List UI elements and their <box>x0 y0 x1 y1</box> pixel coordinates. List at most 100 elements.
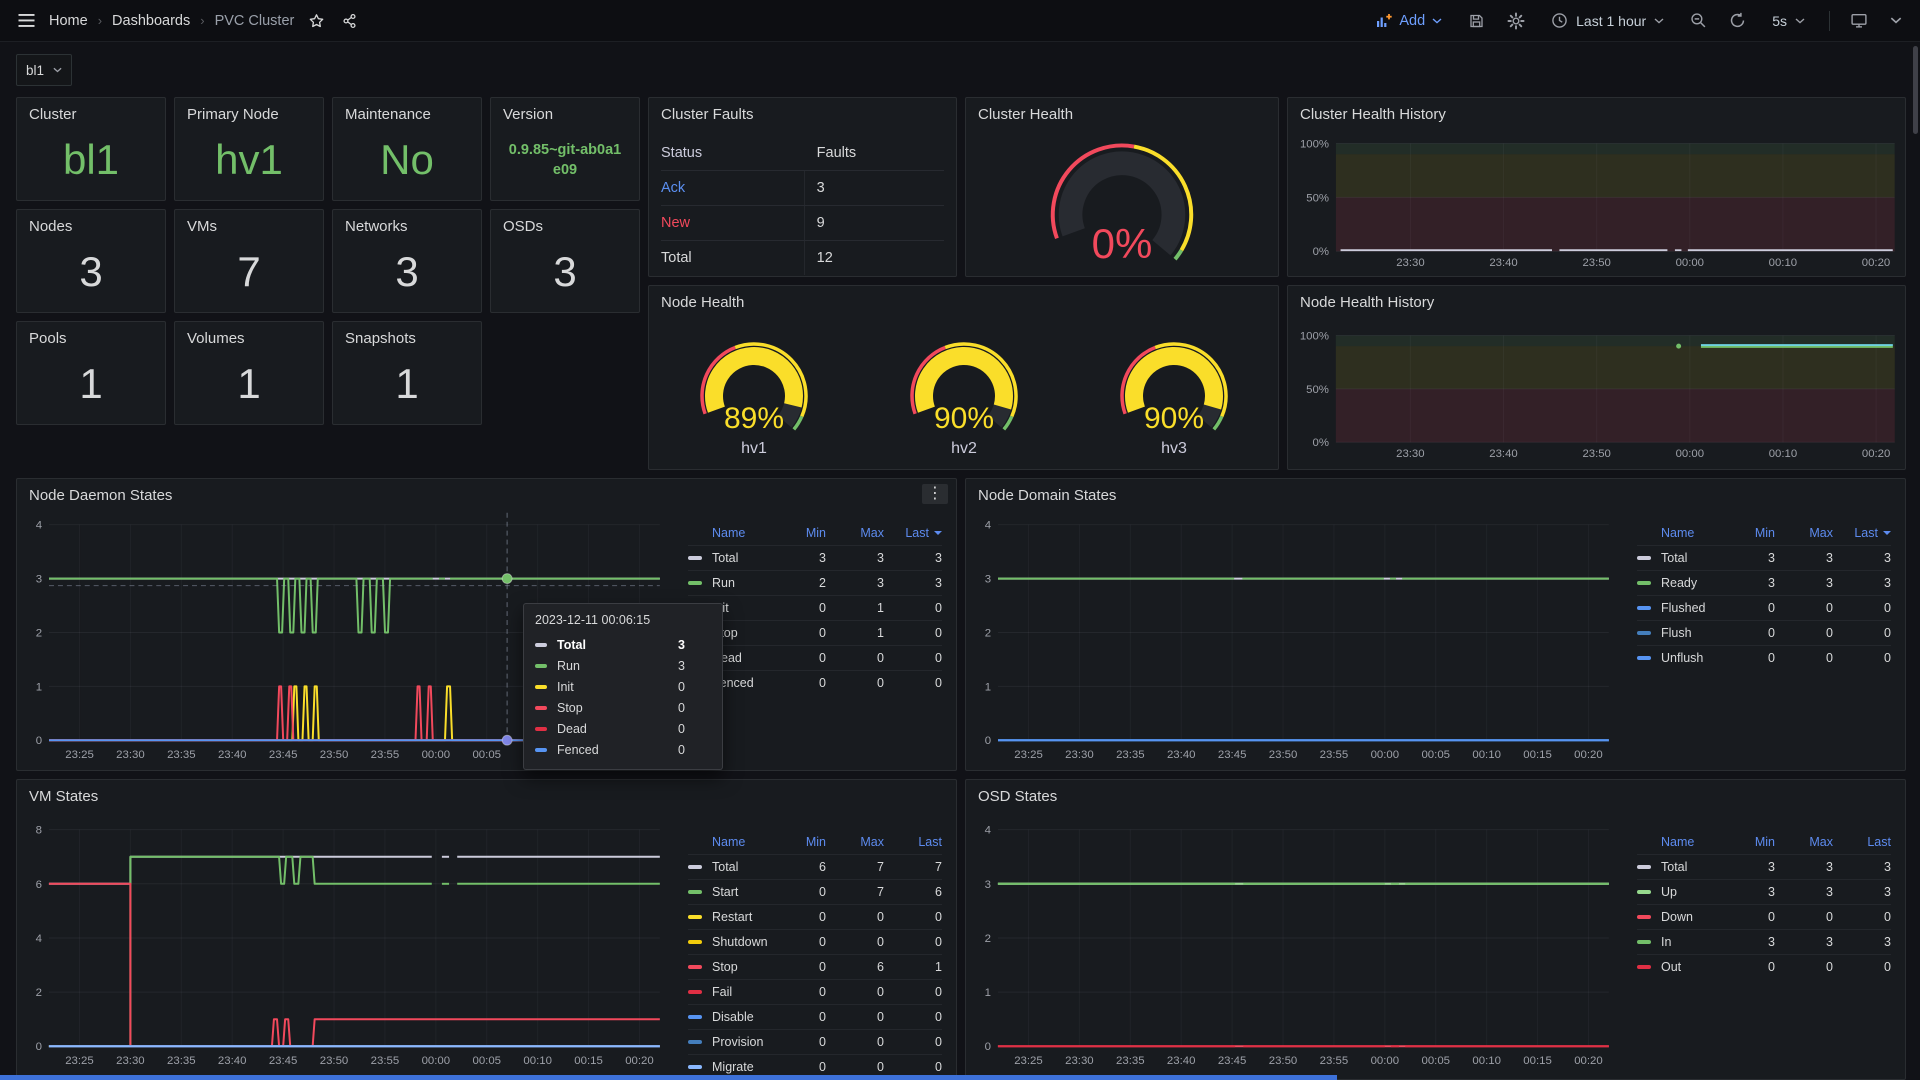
stat-value: 0.9.85~git-ab0a1e09 <box>499 126 631 194</box>
legend-sort-last[interactable]: Last <box>1833 526 1891 540</box>
legend-item-start[interactable]: Start076 <box>688 879 942 904</box>
legend-item-init[interactable]: Init010 <box>688 595 942 620</box>
grafana-dashboard: Home › Dashboards › PVC Cluster Add <box>0 0 1920 1080</box>
legend-table: NameMinMaxLastTotal333Up333Down000In333O… <box>1637 830 1891 979</box>
zoom-out-time-button[interactable] <box>1688 10 1709 31</box>
monitor-icon <box>1850 12 1868 29</box>
series-stat-value: 0 <box>884 1010 942 1024</box>
legend-item-flush[interactable]: Flush000 <box>1637 620 1891 645</box>
legend-sort-name[interactable]: Name <box>1661 526 1717 540</box>
legend-sort-max[interactable]: Max <box>1775 835 1833 849</box>
series-stat-value: 0 <box>768 626 826 640</box>
series-name: Ready <box>1661 576 1717 590</box>
menu-button[interactable] <box>16 11 37 30</box>
legend-item-total[interactable]: Total677 <box>688 854 942 879</box>
legend-sort-last[interactable]: Last <box>884 526 942 540</box>
column-header-status[interactable]: Status <box>661 136 805 170</box>
legend-sort-min[interactable]: Min <box>1717 835 1775 849</box>
legend-item-unflush[interactable]: Unflush000 <box>1637 645 1891 670</box>
legend-item-total[interactable]: Total333 <box>688 545 942 570</box>
cluster-health-history-chart[interactable]: 23:3023:4023:5000:0000:1000:200%50%100% <box>1288 98 1905 276</box>
legend-sort-last[interactable]: Last <box>1833 835 1891 849</box>
panel-title: Version <box>503 106 553 123</box>
svg-text:00:05: 00:05 <box>472 1055 501 1067</box>
add-button[interactable]: Add <box>1370 12 1448 30</box>
svg-text:4: 4 <box>985 825 992 837</box>
node-health-gauge-hv1: 89% hv1 <box>649 318 859 468</box>
series-stat-value: 0 <box>884 1035 942 1049</box>
refresh-button[interactable] <box>1727 10 1748 31</box>
horizontal-scrollbar[interactable] <box>0 1075 1337 1080</box>
legend-item-stop[interactable]: Stop061 <box>688 954 942 979</box>
svg-text:23:50: 23:50 <box>1582 448 1610 460</box>
legend-item-disable[interactable]: Disable000 <box>688 1004 942 1029</box>
series-stat-value: 7 <box>826 885 884 899</box>
column-header-faults[interactable]: Faults <box>805 136 944 170</box>
legend-sort-max[interactable]: Max <box>1775 526 1833 540</box>
legend-item-provision[interactable]: Provision000 <box>688 1029 942 1054</box>
collapse-nav-button[interactable] <box>1888 15 1904 26</box>
series-name: Out <box>1661 960 1717 974</box>
series-name: Fail <box>712 985 768 999</box>
legend-item-total[interactable]: Total333 <box>1637 854 1891 879</box>
legend-sort-min[interactable]: Min <box>768 835 826 849</box>
legend-item-flushed[interactable]: Flushed000 <box>1637 595 1891 620</box>
svg-text:00:00: 00:00 <box>1371 1055 1400 1067</box>
share-button[interactable] <box>339 11 360 31</box>
variable-dropdown-cluster[interactable]: bl1 <box>16 54 72 86</box>
legend-item-restart[interactable]: Restart000 <box>688 904 942 929</box>
series-color-swatch <box>1637 631 1651 635</box>
series-name: Unflush <box>1661 651 1717 665</box>
legend-sort-min[interactable]: Min <box>1717 526 1775 540</box>
stat-value: 1 <box>341 350 473 418</box>
legend-item-up[interactable]: Up333 <box>1637 879 1891 904</box>
series-color-swatch <box>1637 890 1651 894</box>
stat-value: 1 <box>183 350 315 418</box>
svg-text:23:55: 23:55 <box>1320 749 1349 761</box>
legend-sort-name[interactable]: Name <box>712 835 768 849</box>
series-stat-value: 0 <box>1717 626 1775 640</box>
breadcrumb-dashboards[interactable]: Dashboards <box>112 13 190 29</box>
tv-mode-button[interactable] <box>1848 10 1870 31</box>
svg-text:00:20: 00:20 <box>1862 257 1890 269</box>
legend-item-down[interactable]: Down000 <box>1637 904 1891 929</box>
legend-item-dead[interactable]: Dead000 <box>688 645 942 670</box>
breadcrumb-home[interactable]: Home <box>49 13 88 29</box>
series-name: Migrate <box>712 1060 768 1074</box>
legend-sort-max[interactable]: Max <box>826 835 884 849</box>
legend-item-fenced[interactable]: Fenced000 <box>688 670 942 695</box>
legend-item-out[interactable]: Out000 <box>1637 954 1891 979</box>
panel-menu-kebab-icon[interactable]: ⋮ <box>922 484 948 504</box>
legend-sort-last[interactable]: Last <box>884 835 942 849</box>
legend-item-run[interactable]: Run233 <box>688 570 942 595</box>
time-range-picker[interactable]: Last 1 hour <box>1545 11 1670 30</box>
legend-item-total[interactable]: Total333 <box>1637 545 1891 570</box>
svg-text:3: 3 <box>985 879 991 891</box>
series-stat-value: 0 <box>768 1060 826 1074</box>
node-health-history-chart[interactable]: 23:3023:4023:5000:0000:1000:200%50%100% <box>1288 286 1905 469</box>
chevron-down-icon <box>1890 17 1902 24</box>
legend-item-ready[interactable]: Ready333 <box>1637 570 1891 595</box>
legend-item-in[interactable]: In333 <box>1637 929 1891 954</box>
series-stat-value: 6 <box>826 960 884 974</box>
panel-title: Node Health <box>661 294 744 311</box>
legend-item-shutdown[interactable]: Shutdown000 <box>688 929 942 954</box>
legend-sort-name[interactable]: Name <box>1661 835 1717 849</box>
refresh-interval-picker[interactable]: 5s <box>1766 12 1811 30</box>
series-name: Dead <box>557 722 678 736</box>
vertical-scrollbar-thumb[interactable] <box>1913 46 1918 134</box>
save-dashboard-button[interactable] <box>1466 11 1487 31</box>
panel-title: Networks <box>345 218 408 235</box>
legend-item-fail[interactable]: Fail000 <box>688 979 942 1004</box>
legend-sort-max[interactable]: Max <box>826 526 884 540</box>
legend-sort-min[interactable]: Min <box>768 526 826 540</box>
favorite-star-button[interactable] <box>306 11 327 31</box>
legend-sort-name[interactable]: Name <box>712 526 768 540</box>
panel-vm-states: VM States 23:2523:3023:3523:4023:4523:50… <box>16 779 957 1080</box>
legend-item-stop[interactable]: Stop010 <box>688 620 942 645</box>
dashboard-settings-button[interactable] <box>1505 10 1527 32</box>
svg-text:23:55: 23:55 <box>1320 1055 1349 1067</box>
refresh-icon <box>1729 12 1746 29</box>
series-color-swatch <box>535 706 547 710</box>
panel-osd-states: OSD States 23:2523:3023:3523:4023:4523:5… <box>965 779 1906 1080</box>
